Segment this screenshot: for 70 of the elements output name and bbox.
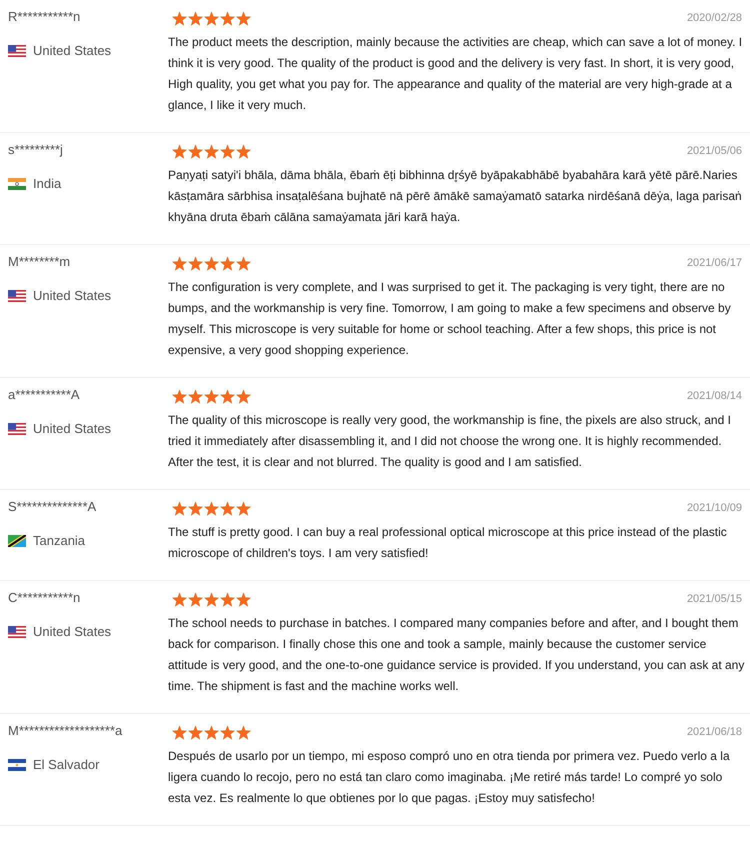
- review-text: The configuration is very complete, and I was surprised to get it. The packaging is very tight, there are no bumps, and the workmanship is very fine. Tomorrow, I am going to make a few specimens and observe by myself. This microscope is very suitable for home or school teaching. After a few shops, this price is not expensive, a very good shopping experience.: [168, 279, 732, 359]
- country-name: United States: [33, 420, 112, 438]
- star-icon: [188, 724, 203, 740]
- el-salvador-flag-icon: [8, 759, 26, 771]
- review-text: The school needs to purchase in batches. I compared many companies before and after, and I bought them back for comparison. I finally chose this one and took a sample, mainly because the customer service attitude is very good, and the one-to-one guidance service is provided. If you understand, you can ask at any time. The shipment is fast and the machine works well.: [168, 615, 746, 695]
- star-icon: [204, 256, 219, 270]
- country-name: India: [33, 175, 62, 193]
- star-icon: [220, 256, 235, 270]
- star-icon: [188, 144, 203, 158]
- star-icon: [220, 144, 235, 158]
- country-name: United States: [33, 287, 112, 305]
- star-icon: [204, 388, 219, 404]
- review-text: The quality of this microscope is really very good, the workmanship is fine, the pixels are also struck, and I tried it immediately after disassembling it, and I did not choose the wrong one. It is highly recommended. After the test, it is clear and not blurred. The quality is good and I am satisfied.: [168, 412, 732, 471]
- star-icon: [172, 592, 187, 606]
- star-icon: [204, 144, 219, 158]
- country-name: El Salvador: [33, 756, 100, 774]
- star-icon: [188, 256, 203, 270]
- star-icon: [172, 256, 187, 270]
- country-name: United States: [33, 623, 112, 641]
- review-text: Paṇyaṭi satyi'i bhāla, dāma bhāla, ēbaṁ ēṭi bibhinna dr̥śyē byāpakabhābē byabahāra karā yētē pārē.Naries kāsṭamāra sārbhisa insaṭalēśana bujhatē nā pērē āmākē samaẏamatō satarka nirdēśanā dēẏa, laga parisaṅ khyāna druta ēbaṁ cālāna samaẏamata jāri karā haẏa.: [168, 167, 743, 226]
- star-icon: [172, 388, 187, 404]
- star-icon: [220, 500, 235, 516]
- star-icon: [236, 10, 251, 26]
- reviewer-name: s*********j: [8, 141, 63, 159]
- star-icon: [204, 10, 219, 26]
- star-icon: [204, 592, 219, 606]
- star-icon: [220, 10, 235, 26]
- star-icon: [172, 10, 187, 26]
- reviewer-name: M********m: [8, 253, 70, 271]
- star-icon: [236, 144, 251, 158]
- us-flag-icon: [8, 45, 26, 57]
- reviewer-name: R***********n: [8, 8, 80, 26]
- star-icon: [188, 592, 203, 606]
- review-date: 2020/02/28: [686, 10, 742, 26]
- star-icon: [204, 500, 219, 516]
- star-icon: [236, 592, 251, 606]
- review-date: 2021/10/09: [686, 500, 742, 516]
- review-date: 2021/08/14: [686, 388, 742, 404]
- reviewer-name: a***********A: [8, 386, 80, 404]
- star-icon: [236, 724, 251, 740]
- review-text: Después de usarlo por un tiempo, mi esposo compró uno en otra tienda por primera vez. Puedo verlo a la ligera cuando lo recojo, pero no está tan claro como imaginaba. ¡Me retiré más tarde! Lo compré yo solo esta vez. Es realmente lo que obtienes por lo que pagas. ¡Estoy muy satisfecho!: [168, 748, 731, 807]
- star-icon: [236, 388, 251, 404]
- star-icon: [188, 500, 203, 516]
- star-icon: [172, 724, 187, 740]
- review-date: 2021/05/06: [686, 144, 742, 159]
- star-icon: [172, 144, 187, 158]
- star-icon: [172, 500, 187, 516]
- review-date: 2021/06/18: [686, 724, 742, 740]
- review-date: 2021/05/15: [686, 592, 742, 607]
- reviewer-name: S**************A: [8, 498, 96, 516]
- us-flag-icon: [8, 626, 26, 638]
- star-icon: [220, 388, 235, 404]
- star-icon: [220, 592, 235, 606]
- us-flag-icon: [8, 290, 26, 302]
- review-date: 2021/06/17: [686, 256, 742, 271]
- india-flag-icon: [8, 178, 26, 190]
- star-icon: [204, 724, 219, 740]
- country-name: Tanzania: [33, 532, 86, 550]
- us-flag-icon: [8, 423, 26, 435]
- star-icon: [220, 724, 235, 740]
- review-text: The product meets the description, mainly because the activities are cheap, which can save a lot of money. I think it is very good. The quality of the product is good and the delivery is very fast. In short, it is very good, High quality, you get what you pay for. The appearance and quality of the material are very high-grade at a glance, I like it very much.: [168, 34, 744, 114]
- star-icon: [236, 500, 251, 516]
- reviewer-name: C***********n: [8, 589, 80, 607]
- star-icon: [188, 388, 203, 404]
- review-text: The stuff is pretty good. I can buy a real professional optical microscope at this price instead of the plastic microscope of children's toys. I am very satisfied!: [168, 524, 728, 562]
- country-name: United States: [33, 42, 112, 60]
- star-icon: [236, 256, 251, 270]
- tanzania-flag-icon: [8, 535, 26, 547]
- reviewer-name: M*******************a: [8, 722, 122, 740]
- star-icon: [188, 10, 203, 26]
